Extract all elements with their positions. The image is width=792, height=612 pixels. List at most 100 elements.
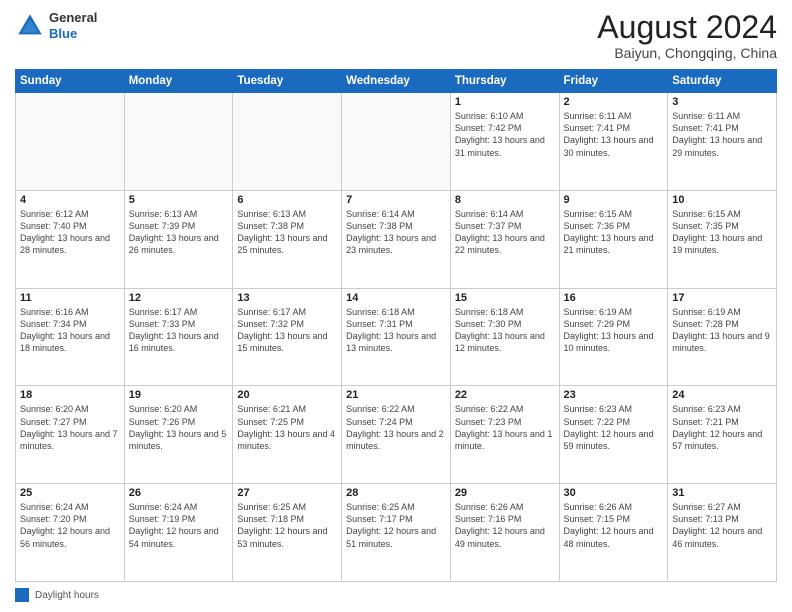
day-number: 4	[20, 194, 120, 206]
day-info: Sunrise: 6:17 AM Sunset: 7:33 PM Dayligh…	[129, 306, 229, 355]
calendar-cell-4-3: 28 Sunrise: 6:25 AM Sunset: 7:17 PM Dayli…	[342, 484, 451, 582]
day-info: Sunrise: 6:25 AM Sunset: 7:17 PM Dayligh…	[346, 501, 446, 550]
day-number: 14	[346, 292, 446, 304]
day-number: 18	[20, 389, 120, 401]
calendar-cell-3-2: 20Sunrise: 6:21 AM Sunset: 7:25 PM Dayli…	[233, 386, 342, 484]
calendar-cell-1-2: 6 Sunrise: 6:13 AM Sunset: 7:38 PM Daylig…	[233, 190, 342, 288]
day-info: Sunrise: 6:26 AM Sunset: 7:16 PM Dayligh…	[455, 501, 555, 550]
day-number: 3	[672, 96, 772, 108]
calendar-cell-2-2: 13 Sunrise: 6:17 AM Sunset: 7:32 PM Dayli…	[233, 288, 342, 386]
day-info: Sunrise: 6:19 AM Sunset: 7:28 PM Dayligh…	[672, 306, 772, 355]
day-info: Sunrise: 6:14 AM Sunset: 7:38 PM Dayligh…	[346, 208, 446, 257]
day-number: 27	[237, 487, 337, 499]
week-row-5: 25Sunrise: 6:24 AM Sunset: 7:20 PM Dayli…	[16, 484, 777, 582]
day-number: 24	[672, 389, 772, 401]
calendar-cell-0-4: 1Sunrise: 6:10 AM Sunset: 7:42 PM Daylig…	[450, 93, 559, 191]
day-info: Sunrise: 6:11 AM Sunset: 7:41 PM Dayligh…	[564, 110, 664, 159]
day-info: Sunrise: 6:13 AM Sunset: 7:39 PM Dayligh…	[129, 208, 229, 257]
day-info: Sunrise: 6:27 AM Sunset: 7:13 PM Dayligh…	[672, 501, 772, 550]
calendar-cell-4-4: 29 Sunrise: 6:26 AM Sunset: 7:16 PM Dayli…	[450, 484, 559, 582]
day-info: Sunrise: 6:26 AM Sunset: 7:15 PM Dayligh…	[564, 501, 664, 550]
day-number: 31	[672, 487, 772, 499]
calendar-cell-4-5: 30 Sunrise: 6:26 AM Sunset: 7:15 PM Dayli…	[559, 484, 668, 582]
legend-box	[15, 588, 29, 602]
day-number: 5	[129, 194, 229, 206]
day-number: 26	[129, 487, 229, 499]
calendar-cell-3-5: 23Sunrise: 6:23 AM Sunset: 7:22 PM Dayli…	[559, 386, 668, 484]
calendar-cell-2-0: 11Sunrise: 6:16 AM Sunset: 7:34 PM Dayli…	[16, 288, 125, 386]
calendar-cell-4-6: 31 Sunrise: 6:27 AM Sunset: 7:13 PM Dayli…	[668, 484, 777, 582]
day-number: 22	[455, 389, 555, 401]
day-info: Sunrise: 6:18 AM Sunset: 7:30 PM Dayligh…	[455, 306, 555, 355]
day-number: 9	[564, 194, 664, 206]
page: General Blue August 2024 Baiyun, Chongqi…	[0, 0, 792, 612]
week-row-3: 11Sunrise: 6:16 AM Sunset: 7:34 PM Dayli…	[16, 288, 777, 386]
day-number: 17	[672, 292, 772, 304]
day-number: 30	[564, 487, 664, 499]
header: General Blue August 2024 Baiyun, Chongqi…	[15, 10, 777, 61]
day-info: Sunrise: 6:23 AM Sunset: 7:22 PM Dayligh…	[564, 403, 664, 452]
month-title: August 2024	[597, 10, 777, 45]
calendar-cell-3-6: 24Sunrise: 6:23 AM Sunset: 7:21 PM Dayli…	[668, 386, 777, 484]
day-number: 21	[346, 389, 446, 401]
day-info: Sunrise: 6:24 AM Sunset: 7:20 PM Dayligh…	[20, 501, 120, 550]
calendar-cell-3-4: 22 Sunrise: 6:22 AM Sunset: 7:23 PM Dayli…	[450, 386, 559, 484]
calendar-cell-0-0	[16, 93, 125, 191]
day-info: Sunrise: 6:15 AM Sunset: 7:35 PM Dayligh…	[672, 208, 772, 257]
day-number: 12	[129, 292, 229, 304]
calendar-cell-0-2	[233, 93, 342, 191]
day-number: 7	[346, 194, 446, 206]
col-monday: Monday	[124, 70, 233, 93]
day-info: Sunrise: 6:17 AM Sunset: 7:32 PM Dayligh…	[237, 306, 337, 355]
calendar-cell-1-1: 5 Sunrise: 6:13 AM Sunset: 7:39 PM Daylig…	[124, 190, 233, 288]
day-info: Sunrise: 6:15 AM Sunset: 7:36 PM Dayligh…	[564, 208, 664, 257]
day-number: 10	[672, 194, 772, 206]
day-number: 1	[455, 96, 555, 108]
day-number: 2	[564, 96, 664, 108]
legend-label: Daylight hours	[35, 590, 99, 601]
col-thursday: Thursday	[450, 70, 559, 93]
calendar-cell-1-3: 7 Sunrise: 6:14 AM Sunset: 7:38 PM Daylig…	[342, 190, 451, 288]
logo-text: General Blue	[49, 10, 97, 41]
calendar-cell-2-6: 17 Sunrise: 6:19 AM Sunset: 7:28 PM Dayli…	[668, 288, 777, 386]
day-number: 29	[455, 487, 555, 499]
day-number: 15	[455, 292, 555, 304]
day-number: 6	[237, 194, 337, 206]
day-info: Sunrise: 6:19 AM Sunset: 7:29 PM Dayligh…	[564, 306, 664, 355]
day-info: Sunrise: 6:24 AM Sunset: 7:19 PM Dayligh…	[129, 501, 229, 550]
week-row-2: 4 Sunrise: 6:12 AM Sunset: 7:40 PM Daylig…	[16, 190, 777, 288]
calendar-cell-3-1: 19 Sunrise: 6:20 AM Sunset: 7:26 PM Dayli…	[124, 386, 233, 484]
calendar-cell-4-0: 25Sunrise: 6:24 AM Sunset: 7:20 PM Dayli…	[16, 484, 125, 582]
calendar-cell-3-0: 18 Sunrise: 6:20 AM Sunset: 7:27 PM Dayli…	[16, 386, 125, 484]
calendar-cell-2-1: 12 Sunrise: 6:17 AM Sunset: 7:33 PM Dayli…	[124, 288, 233, 386]
col-wednesday: Wednesday	[342, 70, 451, 93]
day-number: 28	[346, 487, 446, 499]
calendar-cell-0-3	[342, 93, 451, 191]
col-sunday: Sunday	[16, 70, 125, 93]
calendar-cell-1-5: 9 Sunrise: 6:15 AM Sunset: 7:36 PM Daylig…	[559, 190, 668, 288]
day-number: 16	[564, 292, 664, 304]
calendar-cell-2-4: 15 Sunrise: 6:18 AM Sunset: 7:30 PM Dayli…	[450, 288, 559, 386]
day-info: Sunrise: 6:22 AM Sunset: 7:23 PM Dayligh…	[455, 403, 555, 452]
day-number: 13	[237, 292, 337, 304]
calendar-cell-3-3: 21Sunrise: 6:22 AM Sunset: 7:24 PM Dayli…	[342, 386, 451, 484]
location: Baiyun, Chongqing, China	[597, 45, 777, 61]
day-number: 20	[237, 389, 337, 401]
day-info: Sunrise: 6:12 AM Sunset: 7:40 PM Dayligh…	[20, 208, 120, 257]
day-number: 8	[455, 194, 555, 206]
day-info: Sunrise: 6:20 AM Sunset: 7:26 PM Dayligh…	[129, 403, 229, 452]
calendar-cell-1-0: 4 Sunrise: 6:12 AM Sunset: 7:40 PM Daylig…	[16, 190, 125, 288]
day-info: Sunrise: 6:20 AM Sunset: 7:27 PM Dayligh…	[20, 403, 120, 452]
logo-icon	[15, 11, 45, 41]
logo: General Blue	[15, 10, 97, 41]
calendar-cell-4-2: 27Sunrise: 6:25 AM Sunset: 7:18 PM Dayli…	[233, 484, 342, 582]
day-info: Sunrise: 6:14 AM Sunset: 7:37 PM Dayligh…	[455, 208, 555, 257]
day-info: Sunrise: 6:13 AM Sunset: 7:38 PM Dayligh…	[237, 208, 337, 257]
day-info: Sunrise: 6:11 AM Sunset: 7:41 PM Dayligh…	[672, 110, 772, 159]
day-number: 19	[129, 389, 229, 401]
calendar-header-row: Sunday Monday Tuesday Wednesday Thursday…	[16, 70, 777, 93]
col-friday: Friday	[559, 70, 668, 93]
calendar-cell-1-4: 8 Sunrise: 6:14 AM Sunset: 7:37 PM Daylig…	[450, 190, 559, 288]
week-row-1: 1Sunrise: 6:10 AM Sunset: 7:42 PM Daylig…	[16, 93, 777, 191]
calendar-cell-2-5: 16 Sunrise: 6:19 AM Sunset: 7:29 PM Dayli…	[559, 288, 668, 386]
